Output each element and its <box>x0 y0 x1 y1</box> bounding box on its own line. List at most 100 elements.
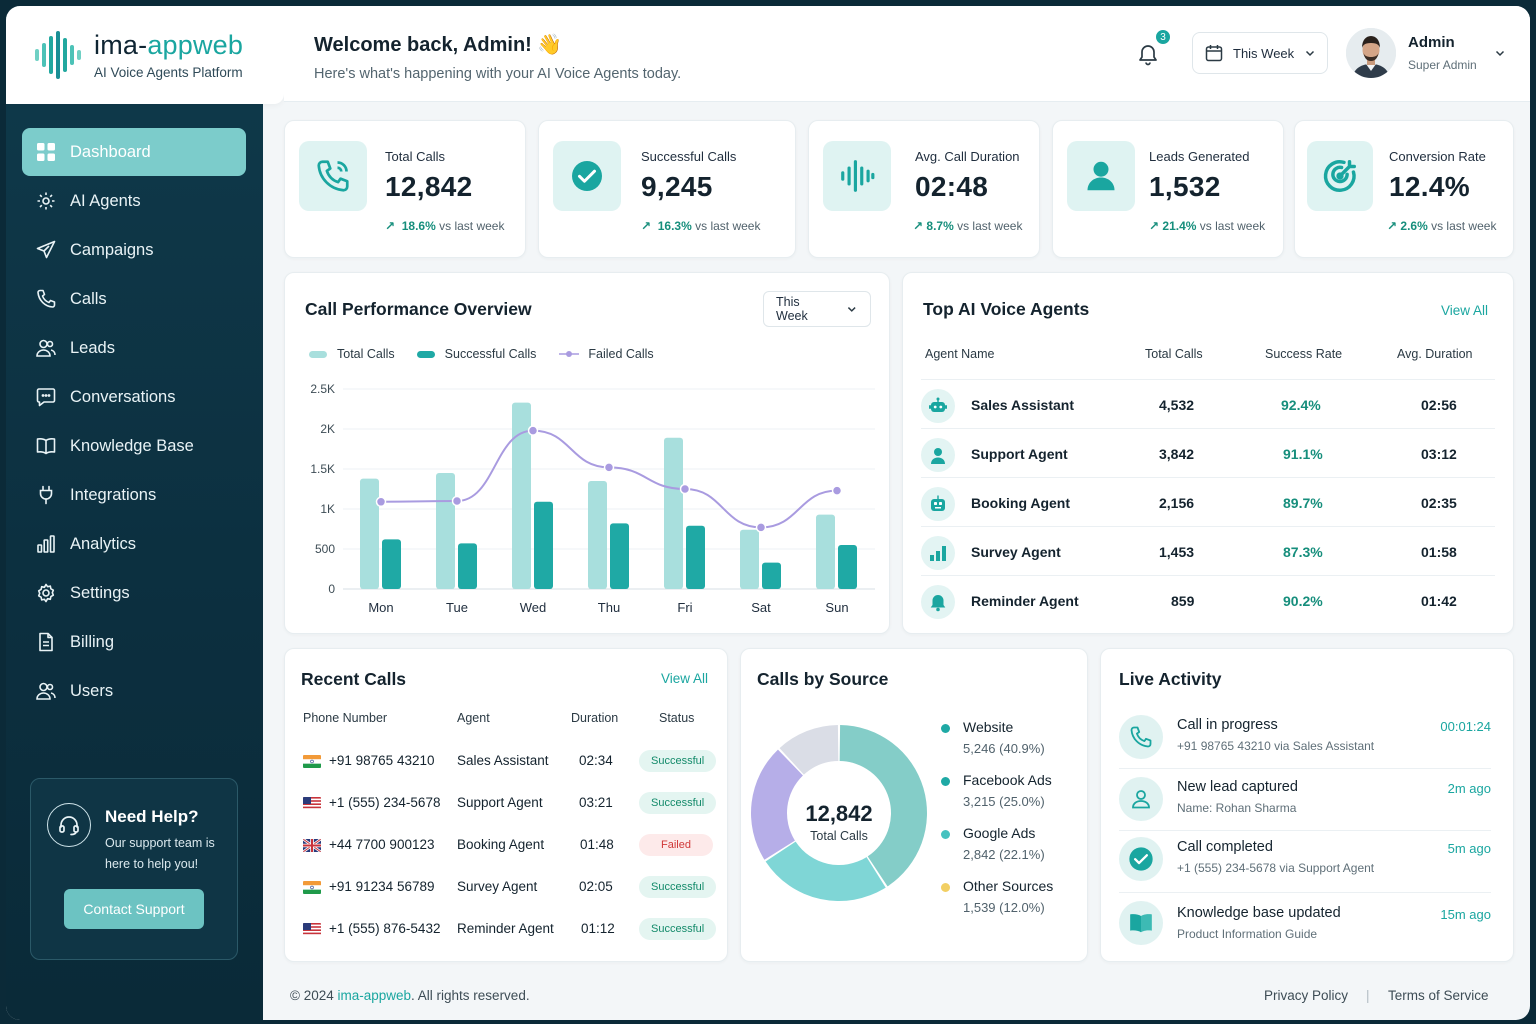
activity-time: 2m ago <box>1447 781 1491 796</box>
avatar[interactable] <box>1346 28 1396 78</box>
book-icon <box>1119 901 1163 945</box>
activity-subtitle: +1 (555) 234-5678 via Support Agent <box>1177 861 1375 875</box>
x-tick-label: Mon <box>368 600 393 615</box>
agent-calls: 859 <box>1171 593 1195 609</box>
kpi-change: ↗ 16.3% vs last week <box>641 219 761 233</box>
book-icon <box>36 438 56 455</box>
agent-duration: 03:12 <box>1421 446 1457 462</box>
table-row[interactable]: +91 98765 43210 Sales Assistant 02:34 Su… <box>303 750 717 775</box>
sidebar-item-ai-agents[interactable]: AI Agents <box>22 177 246 225</box>
sidebar-item-settings[interactable]: Settings <box>22 569 246 617</box>
privacy-policy-link[interactable]: Privacy Policy <box>1264 988 1348 1003</box>
table-row[interactable]: Survey Agent 1,453 87.3% 01:58 <box>921 526 1495 575</box>
sidebar-item-label: AI Agents <box>70 191 141 210</box>
column-header: Success Rate <box>1265 347 1343 361</box>
bar-successful-calls <box>382 539 401 589</box>
sidebar-item-analytics[interactable]: Analytics <box>22 520 246 568</box>
sidebar-item-billing[interactable]: Billing <box>22 618 246 666</box>
kpi-card-avg-duration: Avg. Call Duration 02:48 ↗ 8.7% vs last … <box>808 120 1040 258</box>
top-header: Welcome back, Admin! 👋 Here's what's hap… <box>284 6 1530 102</box>
view-all-agents-link[interactable]: View All <box>1441 303 1488 318</box>
user-role: Super Admin <box>1408 58 1477 72</box>
chart-period-dropdown[interactable]: This Week <box>763 291 871 327</box>
sidebar-item-knowledge-base[interactable]: Knowledge Base <box>22 422 246 470</box>
activity-title: Call completed <box>1177 839 1273 855</box>
sidebar-item-dashboard[interactable]: Dashboard <box>22 128 246 176</box>
table-row[interactable]: Sales Assistant 4,532 92.4% 02:56 <box>921 379 1495 428</box>
list-item[interactable]: Call completed +1 (555) 234-5678 via Sup… <box>1119 835 1491 893</box>
notification-bell-icon[interactable] <box>1136 42 1160 71</box>
point-failed-calls <box>755 522 767 533</box>
view-all-calls-link[interactable]: View All <box>661 671 708 686</box>
contact-support-button[interactable]: Contact Support <box>64 889 204 929</box>
sidebar-item-campaigns[interactable]: Campaigns <box>22 226 246 274</box>
table-row[interactable]: Support Agent 3,842 91.1% 03:12 <box>921 428 1495 477</box>
agent-success-rate: 87.3% <box>1283 544 1323 560</box>
agent-duration: 01:58 <box>1421 544 1457 560</box>
call-phone: +44 7700 900123 <box>329 837 435 852</box>
legend-dot <box>941 777 950 786</box>
card-title: Recent Calls <box>301 669 407 689</box>
sidebar-item-conversations[interactable]: Conversations <box>22 373 246 421</box>
legend-item-successful[interactable]: Successful Calls <box>416 347 536 361</box>
point-failed-calls <box>679 483 691 495</box>
bar-total-calls <box>664 437 683 589</box>
list-item[interactable]: Call in progress +91 98765 43210 via Sal… <box>1119 711 1491 769</box>
kpi-label: Leads Generated <box>1149 149 1250 164</box>
sidebar-item-integrations[interactable]: Integrations <box>22 471 246 519</box>
sidebar-item-label: Dashboard <box>70 142 151 161</box>
footer-brand-link[interactable]: ima-appweb <box>337 988 411 1003</box>
agent-duration: 01:42 <box>1421 593 1457 609</box>
table-row[interactable]: Reminder Agent 859 90.2% 01:42 <box>921 575 1495 624</box>
list-item[interactable]: Knowledge base updated Product Informati… <box>1119 897 1491 955</box>
brand-name: ima-appweb <box>94 30 243 61</box>
table-row[interactable]: +1 (555) 876-5432 Reminder Agent 01:12 S… <box>303 918 717 943</box>
agent-success-rate: 89.7% <box>1283 495 1323 511</box>
kpi-card-successful-calls: Successful Calls 9,245 ↗ 16.3% vs last w… <box>538 120 796 258</box>
donut-slice-facebook-ads[interactable] <box>765 841 886 901</box>
kpi-change-suffix: vs last week <box>1199 219 1266 233</box>
table-row[interactable]: +91 91234 56789 Survey Agent 02:05 Succe… <box>303 876 717 901</box>
sidebar-item-calls[interactable]: Calls <box>22 275 246 323</box>
y-tick-label: 2.5K <box>310 382 335 396</box>
brand-subtitle: AI Voice Agents Platform <box>94 65 243 80</box>
help-card: Need Help? Our support team is here to h… <box>30 778 238 960</box>
sidebar-item-users[interactable]: Users <box>22 667 246 715</box>
kpi-change-percent: 21.4% <box>1162 219 1197 233</box>
brand-logo-area[interactable]: ima-appweb AI Voice Agents Platform <box>6 6 284 104</box>
y-tick-label: 500 <box>315 542 335 556</box>
live-activity-card: Live Activity Call in progress +91 98765… <box>1100 648 1514 962</box>
help-text: Our support team is here to help you! <box>105 836 215 871</box>
card-title: Top AI Voice Agents <box>923 299 1090 319</box>
legend-item-failed[interactable]: Failed Calls <box>558 347 654 361</box>
kpi-change-suffix: vs last week <box>439 219 505 233</box>
period-dropdown[interactable]: This Week <box>1192 32 1328 74</box>
sidebar-item-label: Users <box>70 681 114 700</box>
chevron-down-icon <box>1306 50 1315 57</box>
sidebar-item-label: Calls <box>70 289 107 308</box>
y-tick-label: 2K <box>320 422 335 436</box>
point-failed-calls <box>831 485 843 496</box>
agent-name: Booking Agent <box>971 495 1071 511</box>
bar-chart-icon <box>921 536 955 570</box>
user-menu-chevron-icon[interactable] <box>1494 46 1506 64</box>
sidebar-item-label: Integrations <box>70 485 157 504</box>
user-icon <box>1067 141 1135 211</box>
table-row[interactable]: +1 (555) 234-5678 Support Agent 03:21 Su… <box>303 792 717 817</box>
kpi-value: 9,245 <box>641 171 713 202</box>
terms-of-service-link[interactable]: Terms of Service <box>1388 988 1489 1003</box>
check-circle-icon <box>1119 837 1163 881</box>
status-badge: Failed <box>639 834 713 856</box>
kpi-label: Avg. Call Duration <box>915 149 1020 164</box>
sidebar-item-label: Billing <box>70 632 115 651</box>
legend-item-total[interactable]: Total Calls <box>309 347 395 361</box>
agent-name: Survey Agent <box>971 544 1061 560</box>
list-item[interactable]: New lead captured Name: Rohan Sharma 2m … <box>1119 773 1491 831</box>
kpi-label: Successful Calls <box>641 149 737 164</box>
column-header: Agent Name <box>925 347 995 361</box>
legend-label: Failed Calls <box>588 347 654 361</box>
table-row[interactable]: Booking Agent 2,156 89.7% 02:35 <box>921 477 1495 526</box>
call-duration: 03:21 <box>579 795 613 810</box>
sidebar-item-leads[interactable]: Leads <box>22 324 246 372</box>
table-row[interactable]: +44 7700 900123 Booking Agent 01:48 Fail… <box>303 834 713 859</box>
